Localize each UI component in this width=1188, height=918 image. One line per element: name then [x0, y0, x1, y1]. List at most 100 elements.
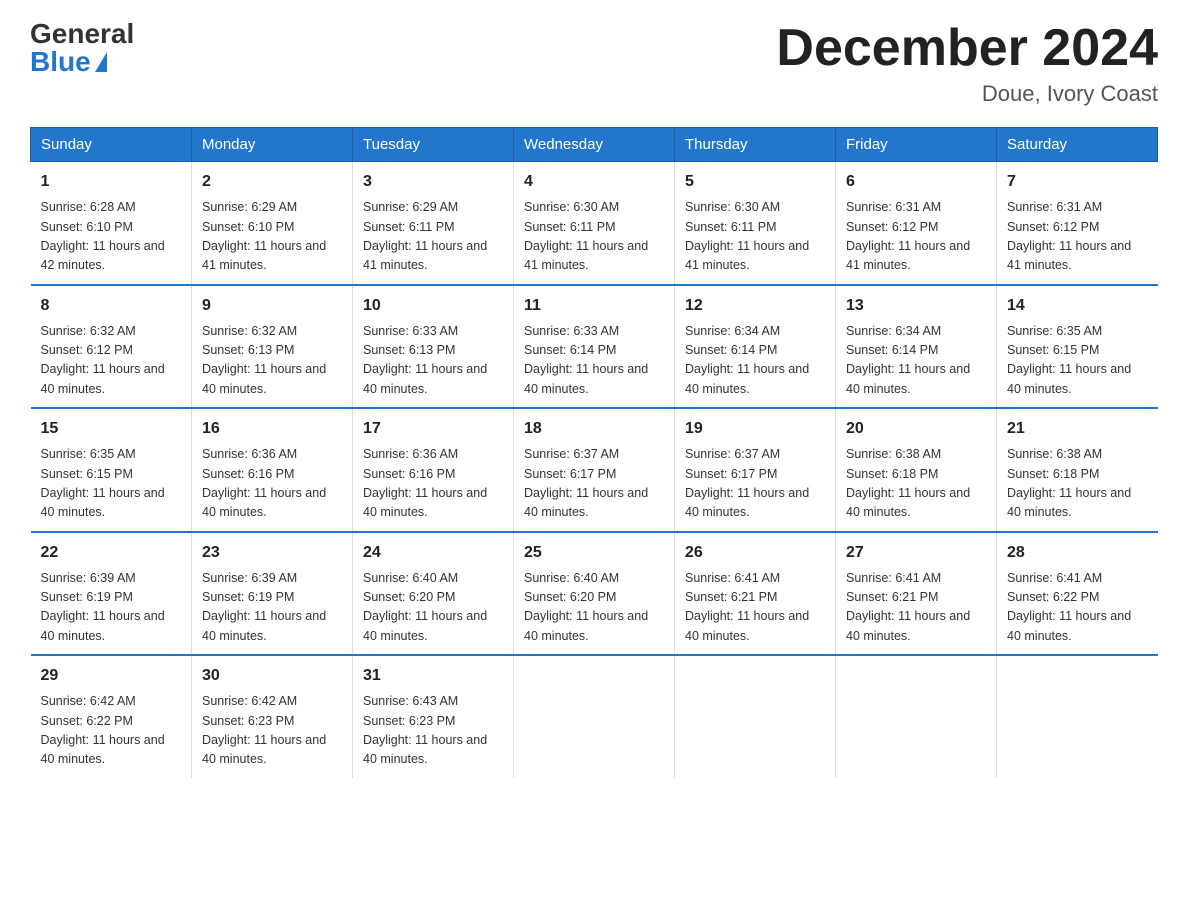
table-row: 25Sunrise: 6:40 AMSunset: 6:20 PMDayligh… — [514, 532, 675, 656]
day-info: Sunrise: 6:37 AMSunset: 6:17 PMDaylight:… — [524, 445, 664, 523]
table-row: 29Sunrise: 6:42 AMSunset: 6:22 PMDayligh… — [31, 655, 192, 778]
day-number: 20 — [846, 417, 986, 441]
day-number: 13 — [846, 294, 986, 318]
day-info: Sunrise: 6:40 AMSunset: 6:20 PMDaylight:… — [363, 569, 503, 647]
table-row — [514, 655, 675, 778]
day-number: 5 — [685, 170, 825, 194]
table-row: 14 Sunrise: 6:35 AMSunset: 6:15 PMDayligh… — [997, 285, 1158, 409]
day-info: Sunrise: 6:41 AMSunset: 6:21 PMDaylight:… — [685, 569, 825, 647]
day-number: 27 — [846, 541, 986, 565]
day-info: Sunrise: 6:35 AMSunset: 6:15 PMDaylight:… — [41, 445, 182, 523]
table-row: 13 Sunrise: 6:34 AMSunset: 6:14 PMDayligh… — [836, 285, 997, 409]
table-row: 4 Sunrise: 6:30 AMSunset: 6:11 PMDaylight… — [514, 162, 675, 285]
table-row: 10Sunrise: 6:33 AMSunset: 6:13 PMDayligh… — [353, 285, 514, 409]
col-wednesday: Wednesday — [514, 128, 675, 162]
calendar-week-row: 1Sunrise: 6:28 AMSunset: 6:10 PMDaylight… — [31, 162, 1158, 285]
day-number: 8 — [41, 294, 182, 318]
day-info: Sunrise: 6:37 AMSunset: 6:17 PMDaylight:… — [685, 445, 825, 523]
day-number: 4 — [524, 170, 664, 194]
day-number: 3 — [363, 170, 503, 194]
table-row: 15Sunrise: 6:35 AMSunset: 6:15 PMDayligh… — [31, 408, 192, 532]
day-number: 23 — [202, 541, 342, 565]
day-info: Sunrise: 6:30 AMSunset: 6:11 PMDaylight:… — [524, 198, 664, 276]
day-number: 21 — [1007, 417, 1148, 441]
day-info: Sunrise: 6:36 AMSunset: 6:16 PMDaylight:… — [363, 445, 503, 523]
day-info: Sunrise: 6:29 AMSunset: 6:11 PMDaylight:… — [363, 198, 503, 276]
table-row: 16 Sunrise: 6:36 AMSunset: 6:16 PMDayligh… — [192, 408, 353, 532]
logo-general-text: General — [30, 20, 134, 48]
day-number: 6 — [846, 170, 986, 194]
day-info: Sunrise: 6:41 AMSunset: 6:22 PMDaylight:… — [1007, 569, 1148, 647]
table-row: 19 Sunrise: 6:37 AMSunset: 6:17 PMDayligh… — [675, 408, 836, 532]
day-number: 17 — [363, 417, 503, 441]
page-title: December 2024 — [776, 20, 1158, 77]
table-row: 22 Sunrise: 6:39 AMSunset: 6:19 PMDayligh… — [31, 532, 192, 656]
table-row: 1Sunrise: 6:28 AMSunset: 6:10 PMDaylight… — [31, 162, 192, 285]
day-number: 10 — [363, 294, 503, 318]
table-row: 2Sunrise: 6:29 AMSunset: 6:10 PMDaylight… — [192, 162, 353, 285]
day-number: 16 — [202, 417, 342, 441]
day-info: Sunrise: 6:41 AMSunset: 6:21 PMDaylight:… — [846, 569, 986, 647]
table-row: 24 Sunrise: 6:40 AMSunset: 6:20 PMDayligh… — [353, 532, 514, 656]
day-info: Sunrise: 6:36 AMSunset: 6:16 PMDaylight:… — [202, 445, 342, 523]
day-number: 29 — [41, 664, 182, 688]
day-number: 24 — [363, 541, 503, 565]
day-info: Sunrise: 6:39 AMSunset: 6:19 PMDaylight:… — [202, 569, 342, 647]
day-info: Sunrise: 6:38 AMSunset: 6:18 PMDaylight:… — [846, 445, 986, 523]
day-info: Sunrise: 6:42 AMSunset: 6:23 PMDaylight:… — [202, 692, 342, 770]
day-info: Sunrise: 6:38 AMSunset: 6:18 PMDaylight:… — [1007, 445, 1148, 523]
day-info: Sunrise: 6:39 AMSunset: 6:19 PMDaylight:… — [41, 569, 182, 647]
table-row: 30 Sunrise: 6:42 AMSunset: 6:23 PMDayligh… — [192, 655, 353, 778]
table-row: 12Sunrise: 6:34 AMSunset: 6:14 PMDayligh… — [675, 285, 836, 409]
day-number: 31 — [363, 664, 503, 688]
table-row: 7 Sunrise: 6:31 AMSunset: 6:12 PMDaylight… — [997, 162, 1158, 285]
day-info: Sunrise: 6:34 AMSunset: 6:14 PMDaylight:… — [846, 322, 986, 400]
col-thursday: Thursday — [675, 128, 836, 162]
table-row — [675, 655, 836, 778]
day-info: Sunrise: 6:43 AMSunset: 6:23 PMDaylight:… — [363, 692, 503, 770]
subtitle: Doue, Ivory Coast — [776, 81, 1158, 107]
day-number: 28 — [1007, 541, 1148, 565]
calendar-week-row: 22 Sunrise: 6:39 AMSunset: 6:19 PMDayligh… — [31, 532, 1158, 656]
logo-triangle-icon — [95, 52, 107, 72]
day-info: Sunrise: 6:33 AMSunset: 6:14 PMDaylight:… — [524, 322, 664, 400]
table-row: 17 Sunrise: 6:36 AMSunset: 6:16 PMDayligh… — [353, 408, 514, 532]
table-row: 11Sunrise: 6:33 AMSunset: 6:14 PMDayligh… — [514, 285, 675, 409]
col-monday: Monday — [192, 128, 353, 162]
table-row: 27 Sunrise: 6:41 AMSunset: 6:21 PMDayligh… — [836, 532, 997, 656]
page-header: General Blue December 2024 Doue, Ivory C… — [30, 20, 1158, 107]
day-info: Sunrise: 6:30 AMSunset: 6:11 PMDaylight:… — [685, 198, 825, 276]
day-number: 25 — [524, 541, 664, 565]
day-info: Sunrise: 6:31 AMSunset: 6:12 PMDaylight:… — [1007, 198, 1148, 276]
logo-blue-text: Blue — [30, 48, 107, 76]
table-row: 9Sunrise: 6:32 AMSunset: 6:13 PMDaylight… — [192, 285, 353, 409]
logo: General Blue — [30, 20, 134, 76]
day-number: 18 — [524, 417, 664, 441]
table-row: 21 Sunrise: 6:38 AMSunset: 6:18 PMDayligh… — [997, 408, 1158, 532]
table-row: 23 Sunrise: 6:39 AMSunset: 6:19 PMDayligh… — [192, 532, 353, 656]
col-tuesday: Tuesday — [353, 128, 514, 162]
day-info: Sunrise: 6:28 AMSunset: 6:10 PMDaylight:… — [41, 198, 182, 276]
day-number: 7 — [1007, 170, 1148, 194]
day-number: 14 — [1007, 294, 1148, 318]
col-saturday: Saturday — [997, 128, 1158, 162]
col-friday: Friday — [836, 128, 997, 162]
day-number: 19 — [685, 417, 825, 441]
calendar-week-row: 15Sunrise: 6:35 AMSunset: 6:15 PMDayligh… — [31, 408, 1158, 532]
title-block: December 2024 Doue, Ivory Coast — [776, 20, 1158, 107]
day-info: Sunrise: 6:32 AMSunset: 6:12 PMDaylight:… — [41, 322, 182, 400]
table-row: 3 Sunrise: 6:29 AMSunset: 6:11 PMDaylight… — [353, 162, 514, 285]
calendar-header-row: Sunday Monday Tuesday Wednesday Thursday… — [31, 128, 1158, 162]
day-info: Sunrise: 6:34 AMSunset: 6:14 PMDaylight:… — [685, 322, 825, 400]
day-info: Sunrise: 6:35 AMSunset: 6:15 PMDaylight:… — [1007, 322, 1148, 400]
table-row: 18 Sunrise: 6:37 AMSunset: 6:17 PMDayligh… — [514, 408, 675, 532]
table-row: 20 Sunrise: 6:38 AMSunset: 6:18 PMDayligh… — [836, 408, 997, 532]
day-number: 26 — [685, 541, 825, 565]
table-row: 26 Sunrise: 6:41 AMSunset: 6:21 PMDayligh… — [675, 532, 836, 656]
day-number: 30 — [202, 664, 342, 688]
table-row — [997, 655, 1158, 778]
table-row: 8 Sunrise: 6:32 AMSunset: 6:12 PMDaylight… — [31, 285, 192, 409]
day-number: 22 — [41, 541, 182, 565]
calendar-table: Sunday Monday Tuesday Wednesday Thursday… — [30, 127, 1158, 778]
table-row: 6Sunrise: 6:31 AMSunset: 6:12 PMDaylight… — [836, 162, 997, 285]
